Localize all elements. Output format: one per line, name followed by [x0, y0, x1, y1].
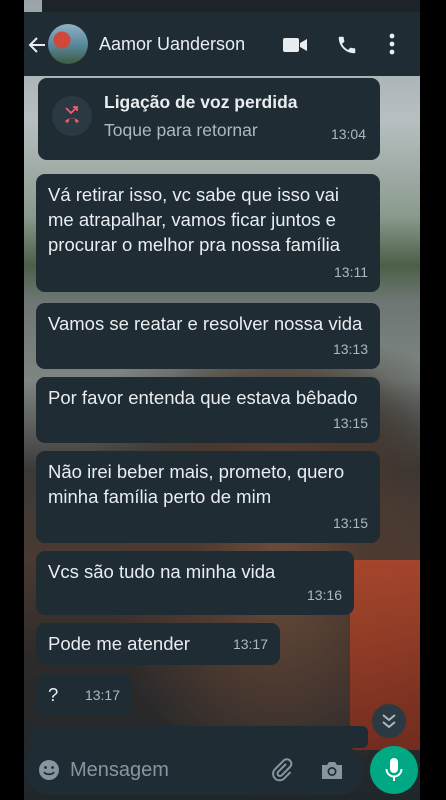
message-time: 13:15	[332, 515, 368, 531]
message-time: 13:15	[332, 415, 368, 431]
voice-call-icon[interactable]	[336, 34, 358, 56]
message-bubble[interactable]: Não irei beber mais, prometo, quero minh…	[36, 451, 380, 543]
message-time: 13:13	[332, 341, 368, 357]
emoji-icon[interactable]	[38, 759, 60, 781]
missed-call-bubble[interactable]: Ligação de voz perdida Toque para retorn…	[38, 78, 380, 160]
video-call-icon[interactable]	[282, 35, 308, 55]
double-chevron-down-icon	[382, 714, 396, 729]
chat-screen: Aamor Uanderson Ligação de voz perdida T…	[24, 0, 420, 800]
missed-call-subtitle: Toque para retornar	[104, 120, 258, 140]
camera-icon[interactable]	[320, 759, 344, 781]
contact-name[interactable]: Aamor Uanderson	[99, 34, 245, 55]
message-time: 13:11	[334, 264, 368, 280]
screen-edge-right	[420, 0, 446, 800]
back-arrow-icon[interactable]	[28, 36, 46, 54]
message-composer	[24, 745, 364, 795]
missed-call-icon	[52, 96, 92, 136]
message-bubble[interactable]: Por favor entenda que estava bêbado 13:1…	[36, 377, 380, 443]
message-text: Não irei beber mais, prometo, quero minh…	[48, 461, 345, 507]
screen-edge-left	[0, 0, 24, 800]
message-input[interactable]	[70, 755, 260, 785]
message-bubble[interactable]: Pode me atender 13:17	[36, 623, 280, 665]
message-time: 13:04	[330, 126, 366, 142]
message-bubble[interactable]: Vcs são tudo na minha vida 13:16	[36, 551, 354, 615]
scroll-to-bottom-button[interactable]	[372, 704, 406, 738]
message-text: Vcs são tudo na minha vida	[48, 561, 276, 582]
message-text: Vá retirar isso, vc sabe que isso vai me…	[48, 184, 341, 255]
chat-header: Aamor Uanderson	[24, 12, 420, 76]
more-options-icon[interactable]	[388, 32, 396, 56]
message-text: Vamos se reatar e resolver nossa vida	[48, 313, 363, 334]
message-time: 13:17	[84, 687, 120, 703]
message-time: 13:17	[232, 636, 268, 652]
message-bubble[interactable]: ? 13:17	[36, 674, 132, 716]
missed-call-title: Ligação de voz perdida	[104, 92, 298, 112]
paperclip-icon[interactable]	[270, 758, 294, 782]
message-time: 13:16	[306, 587, 342, 603]
microphone-icon	[385, 758, 403, 781]
message-bubble[interactable]: Vamos se reatar e resolver nossa vida 13…	[36, 303, 380, 369]
message-text: Por favor entenda que estava bêbado	[48, 387, 358, 408]
message-bubble[interactable]: Vá retirar isso, vc sabe que isso vai me…	[36, 174, 380, 292]
status-bar	[42, 0, 420, 12]
contact-avatar[interactable]	[48, 24, 88, 64]
mic-button[interactable]	[370, 746, 418, 794]
